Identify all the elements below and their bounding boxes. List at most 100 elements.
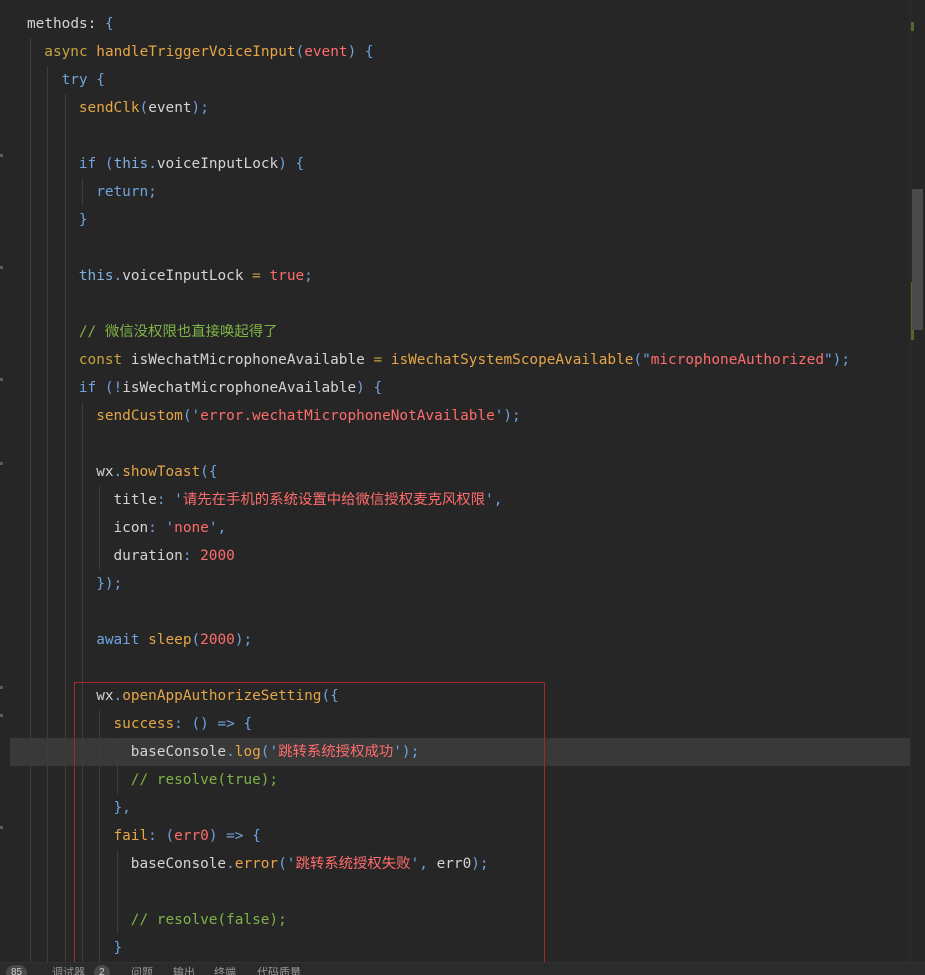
code-token: voiceInputLock [156,156,279,172]
code-line[interactable]: title: '请先在手机的系统设置中给微信授权麦克风权限', [27,486,850,514]
fold-marker[interactable] [0,154,3,157]
code-token: fail [113,828,149,844]
indent-guide [81,486,83,514]
code-line[interactable]: async handleTriggerVoiceInput(event) { [27,38,850,66]
code-token: title [113,492,157,508]
indent-guide [30,94,31,122]
indent-guide [99,850,101,878]
code-line[interactable]: // resolve(false); [27,906,850,934]
code-line[interactable] [27,290,850,318]
code-line[interactable]: baseConsole.log('跳转系统授权成功'); [27,738,850,766]
code-token: . [148,156,157,172]
tab-output[interactable]: 输出 [173,966,195,975]
indent-guide [47,318,49,346]
code-line[interactable]: const isWechatMicrophoneAvailable = isWe… [27,346,850,374]
code-line-content: baseConsole.error('跳转系统授权失败', err0); [131,856,489,872]
scrollbar-thumb[interactable] [912,189,923,330]
code-line[interactable] [27,430,850,458]
code-line[interactable] [27,598,850,626]
code-token: none [174,520,209,536]
indent-guide [47,542,49,570]
fold-marker[interactable] [0,378,3,381]
indent-guide [30,122,31,150]
code-line[interactable]: try { [27,66,850,94]
indent-guide [47,346,49,374]
code-line[interactable]: } [27,206,850,234]
indent-guide [64,906,66,934]
indent-guide [47,738,49,766]
indent-guide [64,150,66,178]
code-line[interactable]: wx.openAppAuthorizeSetting({ [27,682,850,710]
code-token: openAppAuthorizeSetting [122,688,322,704]
vertical-scrollbar[interactable] [910,0,925,962]
code-line[interactable]: }); [27,570,850,598]
tab-terminal[interactable]: 终端 [214,966,236,975]
indent-guide [99,738,101,766]
fold-marker[interactable] [0,714,3,717]
code-line[interactable] [27,654,850,682]
code-line[interactable]: sendClk(event); [27,94,850,122]
indent-guide [47,150,49,178]
code-token: wx [96,464,114,480]
indent-guide [47,430,49,458]
tab-code-quality[interactable]: 代码质量 [257,966,301,975]
code-line[interactable]: sendCustom('error.wechatMicrophoneNotAva… [27,402,850,430]
code-line[interactable]: // resolve(true); [27,766,850,794]
indent-guide [81,458,83,486]
code-token: ); [191,100,209,116]
indent-guide [30,346,31,374]
code-token: '); [393,744,420,760]
indent-guide [64,122,66,150]
code-line[interactable]: icon: 'none', [27,514,850,542]
code-token: if [78,380,105,396]
code-token: await [96,632,149,648]
fold-marker[interactable] [0,462,3,465]
code-area[interactable]: methods: {async handleTriggerVoiceInput(… [27,10,850,962]
code-token: (' [260,744,279,760]
indent-guide [99,486,101,514]
code-line[interactable]: duration: 2000 [27,542,850,570]
code-token: (' [182,408,201,424]
fold-marker[interactable] [0,266,3,269]
code-line[interactable] [27,122,850,150]
code-line[interactable]: methods: { [27,10,850,38]
indent-guide [47,794,49,822]
indent-guide [81,178,83,206]
code-line[interactable]: if (!isWechatMicrophoneAvailable) { [27,374,850,402]
code-line[interactable]: wx.showToast({ [27,458,850,486]
code-line[interactable]: this.voiceInputLock = true; [27,262,850,290]
code-line[interactable]: baseConsole.error('跳转系统授权失败', err0); [27,850,850,878]
fold-marker[interactable] [0,826,3,829]
line-count-badge[interactable]: 85 [6,965,28,975]
code-line[interactable]: fail: (err0) => { [27,822,850,850]
indent-guide [30,654,31,682]
code-line[interactable]: } [27,934,850,962]
indent-guide [30,822,31,850]
tab-problems[interactable]: 问题 [131,966,153,975]
code-line-content: } [79,212,88,228]
code-editor[interactable]: methods: {async handleTriggerVoiceInput(… [0,0,925,975]
code-line[interactable] [27,878,850,906]
code-line-content: }); [96,576,122,592]
code-token: : () => { [174,716,253,732]
indent-guide [47,178,49,206]
code-line[interactable]: return; [27,178,850,206]
indent-guide [47,290,49,318]
code-token: voiceInputLock [122,268,244,284]
code-line[interactable]: // 微信没权限也直接唤起得了 [27,318,850,346]
fold-marker[interactable] [0,686,3,689]
tab-debugger[interactable]: 调试器 [52,966,85,975]
code-line[interactable]: }, [27,794,850,822]
code-line[interactable]: if (this.voiceInputLock) { [27,150,850,178]
code-token: ) { [356,380,383,396]
code-token: . [113,464,123,480]
indent-guide [64,850,66,878]
indent-guide [64,318,66,346]
code-token: ; [304,268,313,284]
code-line[interactable]: success: () => { [27,710,850,738]
code-line[interactable] [27,234,850,262]
code-token: . [226,744,235,760]
indent-guide [81,682,83,710]
indent-guide [64,206,66,234]
code-line[interactable]: await sleep(2000); [27,626,850,654]
